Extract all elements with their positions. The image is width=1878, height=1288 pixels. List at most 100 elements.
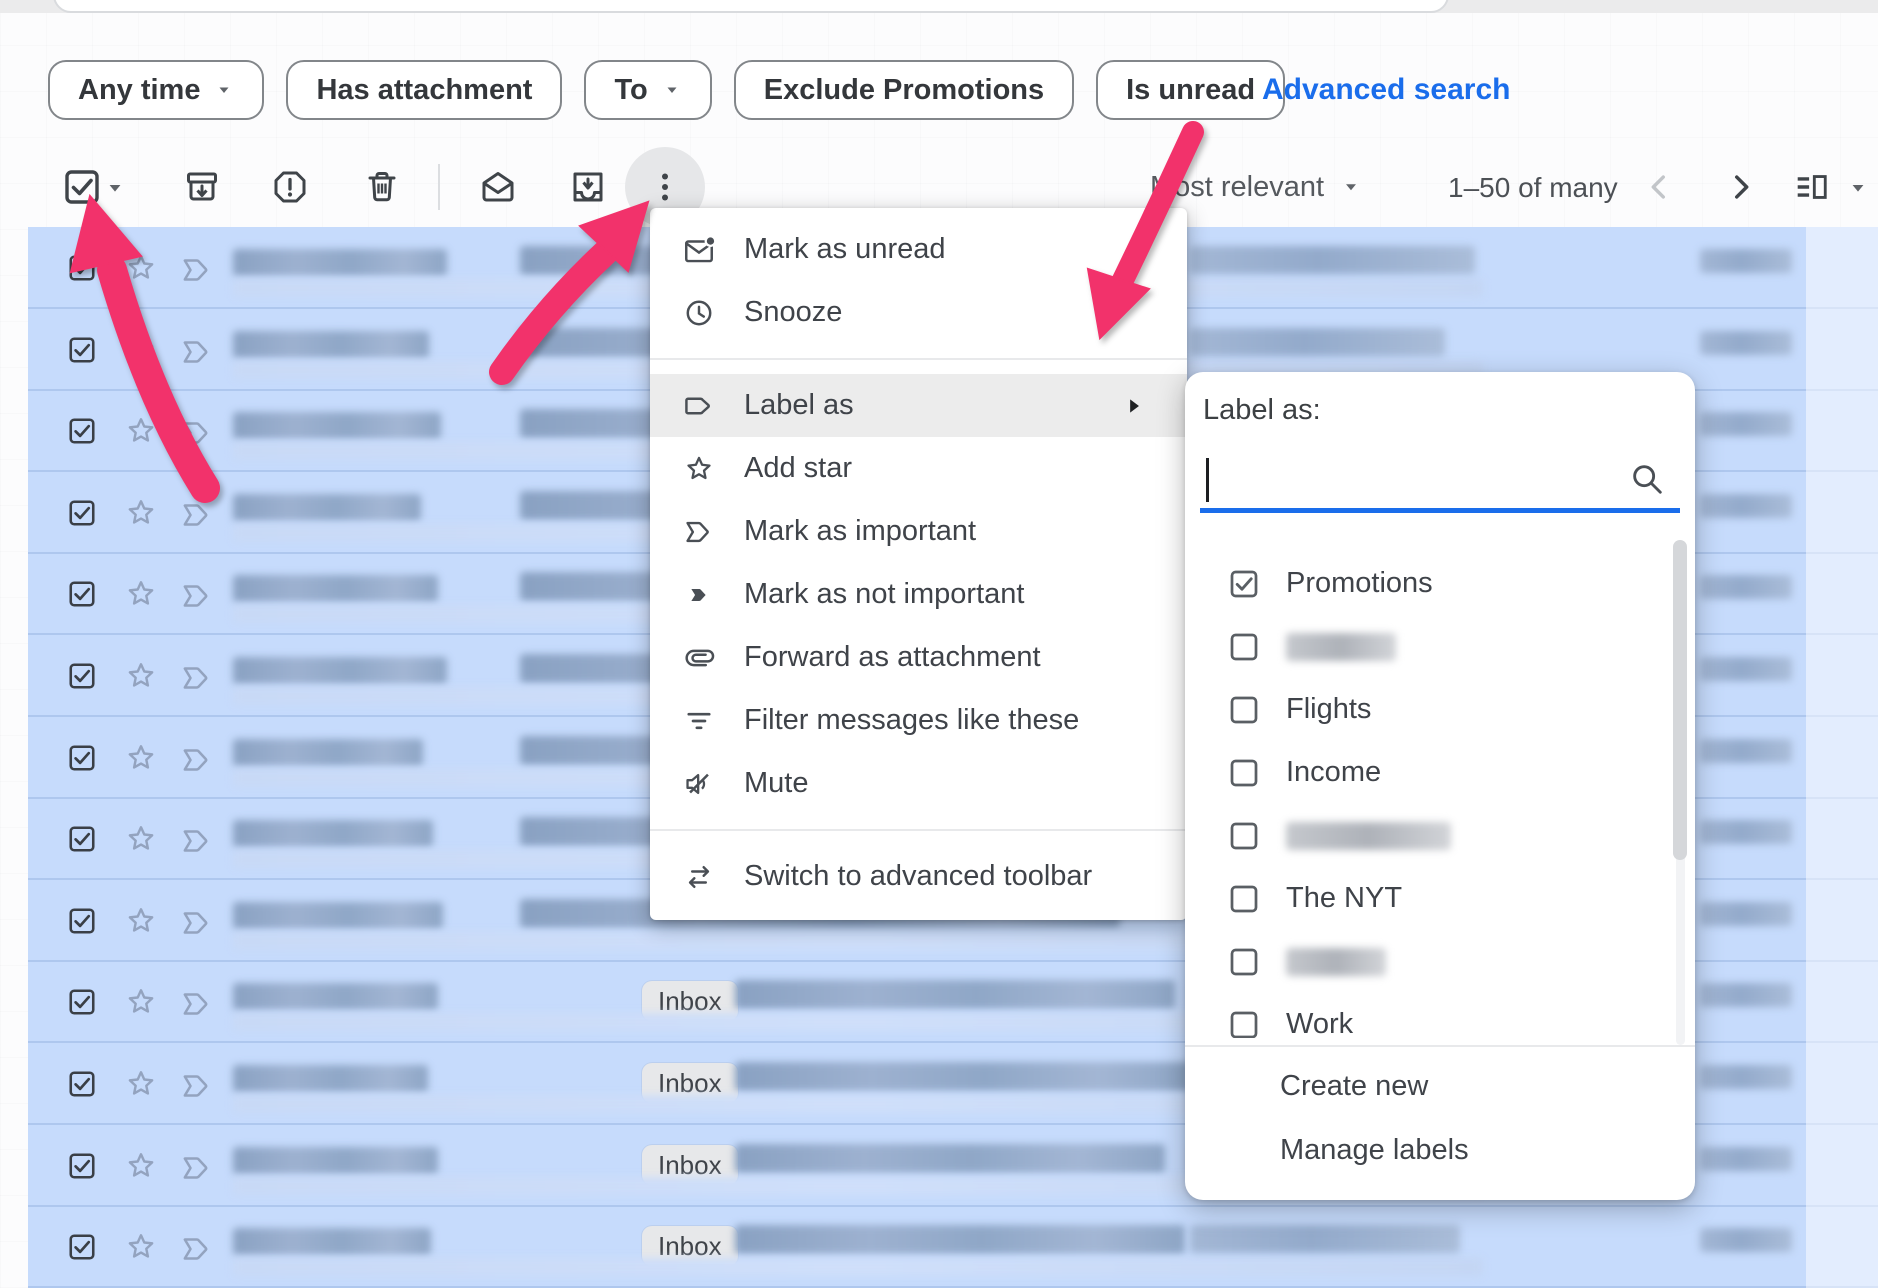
star-toggle-icon[interactable] bbox=[123, 1148, 159, 1184]
row-select-checkbox[interactable] bbox=[67, 253, 97, 283]
star-toggle-icon[interactable] bbox=[123, 495, 159, 531]
row-select-checkbox[interactable] bbox=[67, 498, 97, 528]
older-page-button[interactable] bbox=[1722, 168, 1760, 206]
move-to-button[interactable] bbox=[568, 167, 608, 207]
importance-marker-icon[interactable] bbox=[179, 1150, 215, 1186]
split-view-button[interactable] bbox=[1792, 168, 1830, 206]
sort-dropdown[interactable]: Most relevant bbox=[1150, 167, 1362, 207]
label-item-promotions[interactable]: Promotions bbox=[1185, 552, 1695, 615]
redacted-email-text bbox=[233, 1228, 431, 1255]
newer-page-button[interactable] bbox=[1640, 168, 1678, 206]
checkbox-empty-icon[interactable] bbox=[1228, 820, 1260, 852]
star-toggle-icon[interactable] bbox=[123, 413, 159, 449]
importance-marker-icon[interactable] bbox=[179, 252, 215, 288]
label-item-redacted[interactable] bbox=[1185, 930, 1695, 993]
row-select-checkbox[interactable] bbox=[67, 1069, 97, 1099]
star-toggle-icon[interactable] bbox=[123, 1066, 159, 1102]
row-select-checkbox[interactable] bbox=[67, 824, 97, 854]
redacted-email-text bbox=[233, 739, 423, 766]
checkbox-empty-icon[interactable] bbox=[1228, 757, 1260, 789]
importance-marker-icon[interactable] bbox=[179, 1231, 215, 1267]
label-item-redacted[interactable] bbox=[1185, 804, 1695, 867]
filter-chip-is-unread[interactable]: Is unread bbox=[1096, 60, 1285, 120]
star-toggle-icon[interactable] bbox=[123, 250, 159, 286]
label-item-the-nyt[interactable]: The NYT bbox=[1185, 867, 1695, 930]
importance-marker-icon[interactable] bbox=[179, 660, 215, 696]
importance-marker-icon[interactable] bbox=[179, 823, 215, 859]
importance-marker-icon[interactable] bbox=[179, 578, 215, 614]
redacted-email-text bbox=[735, 980, 1175, 1009]
menu-item-switch-to-advanced-toolbar[interactable]: Switch to advanced toolbar bbox=[650, 845, 1187, 908]
importance-marker-icon[interactable] bbox=[179, 742, 215, 778]
select-all-checkbox[interactable] bbox=[62, 167, 102, 207]
redacted-email-text bbox=[1700, 820, 1792, 844]
row-select-checkbox[interactable] bbox=[67, 987, 97, 1017]
checkbox-checked-icon[interactable] bbox=[1228, 568, 1260, 600]
row-select-checkbox[interactable] bbox=[67, 416, 97, 446]
manage-labels-item[interactable]: Manage labels bbox=[1185, 1120, 1695, 1180]
filter-chip-exclude-promotions[interactable]: Exclude Promotions bbox=[734, 60, 1074, 120]
importance-marker-icon[interactable] bbox=[179, 905, 215, 941]
advanced-search-link[interactable]: Advanced search bbox=[1262, 60, 1510, 120]
label-item-work[interactable]: Work bbox=[1185, 993, 1695, 1038]
menu-item-mute[interactable]: Mute bbox=[650, 752, 1187, 815]
delete-button[interactable] bbox=[362, 167, 402, 207]
menu-item-add-star[interactable]: Add star bbox=[650, 437, 1187, 500]
importance-marker-icon[interactable] bbox=[179, 415, 215, 451]
submenu-scrollbar-thumb[interactable] bbox=[1673, 540, 1687, 860]
menu-item-snooze[interactable]: Snooze bbox=[650, 281, 1187, 344]
menu-item-mark-as-unread[interactable]: Mark as unread bbox=[650, 218, 1187, 281]
filter-chip-any-time[interactable]: Any time bbox=[48, 60, 264, 120]
row-select-checkbox[interactable] bbox=[67, 1151, 97, 1181]
importance-marker-icon[interactable] bbox=[179, 497, 215, 533]
row-select-checkbox[interactable] bbox=[67, 906, 97, 936]
search-filter-chips: Any time Has attachment To Exclude Promotio… bbox=[48, 60, 1285, 120]
checkbox-empty-icon[interactable] bbox=[1228, 631, 1260, 663]
report-spam-button[interactable] bbox=[270, 167, 310, 207]
menu-item-filter-messages-like-these[interactable]: Filter messages like these bbox=[650, 689, 1187, 752]
checkbox-empty-icon[interactable] bbox=[1228, 1009, 1260, 1039]
archive-button[interactable] bbox=[182, 167, 222, 207]
create-new-label-item[interactable]: Create new bbox=[1185, 1056, 1695, 1116]
label-item-redacted[interactable] bbox=[1185, 615, 1695, 678]
importance-marker-icon[interactable] bbox=[179, 986, 215, 1022]
menu-item-forward-as-attachment[interactable]: Forward as attachment bbox=[650, 626, 1187, 689]
row-select-checkbox[interactable] bbox=[67, 661, 97, 691]
menu-item-mark-as-not-important[interactable]: Mark as not important bbox=[650, 563, 1187, 626]
label-item-income[interactable]: Income bbox=[1185, 741, 1695, 804]
star-toggle-icon[interactable] bbox=[123, 332, 159, 368]
split-view-caret-icon[interactable] bbox=[1846, 176, 1870, 200]
star-toggle-icon[interactable] bbox=[123, 821, 159, 857]
row-select-checkbox[interactable] bbox=[67, 743, 97, 773]
checkbox-empty-icon[interactable] bbox=[1228, 694, 1260, 726]
redacted-email-text bbox=[1700, 1228, 1792, 1252]
label-item-flights[interactable]: Flights bbox=[1185, 678, 1695, 741]
row-select-checkbox[interactable] bbox=[67, 579, 97, 609]
mark-as-read-button[interactable] bbox=[478, 167, 518, 207]
menu-item-mark-as-important[interactable]: Mark as important bbox=[650, 500, 1187, 563]
filter-chip-has-attachment[interactable]: Has attachment bbox=[286, 60, 562, 120]
checkbox-empty-icon[interactable] bbox=[1228, 883, 1260, 915]
more-options-button[interactable] bbox=[645, 167, 685, 207]
importance-marker-icon[interactable] bbox=[179, 334, 215, 370]
star-toggle-icon[interactable] bbox=[123, 576, 159, 612]
star-toggle-icon[interactable] bbox=[123, 984, 159, 1020]
star-toggle-icon[interactable] bbox=[123, 740, 159, 776]
star-toggle-icon[interactable] bbox=[123, 658, 159, 694]
redacted-label-name bbox=[1286, 822, 1451, 850]
importance-marker-icon[interactable] bbox=[179, 1068, 215, 1104]
menu-item-label: Add star bbox=[744, 452, 852, 485]
star-toggle-icon[interactable] bbox=[123, 903, 159, 939]
row-select-checkbox[interactable] bbox=[67, 335, 97, 365]
select-dropdown-caret-icon[interactable] bbox=[103, 176, 127, 200]
not-important-icon bbox=[682, 578, 716, 612]
filter-chip-label: Exclude Promotions bbox=[764, 74, 1044, 107]
star-toggle-icon[interactable] bbox=[123, 1229, 159, 1265]
checkbox-empty-icon[interactable] bbox=[1228, 946, 1260, 978]
email-row[interactable]: Inbox bbox=[28, 1206, 1878, 1288]
menu-item-label-as[interactable]: Label as bbox=[650, 374, 1187, 437]
filter-chip-to[interactable]: To bbox=[584, 60, 711, 120]
label-search-input[interactable] bbox=[1200, 450, 1680, 513]
row-select-checkbox[interactable] bbox=[67, 1232, 97, 1262]
redacted-email-text bbox=[1700, 249, 1792, 273]
